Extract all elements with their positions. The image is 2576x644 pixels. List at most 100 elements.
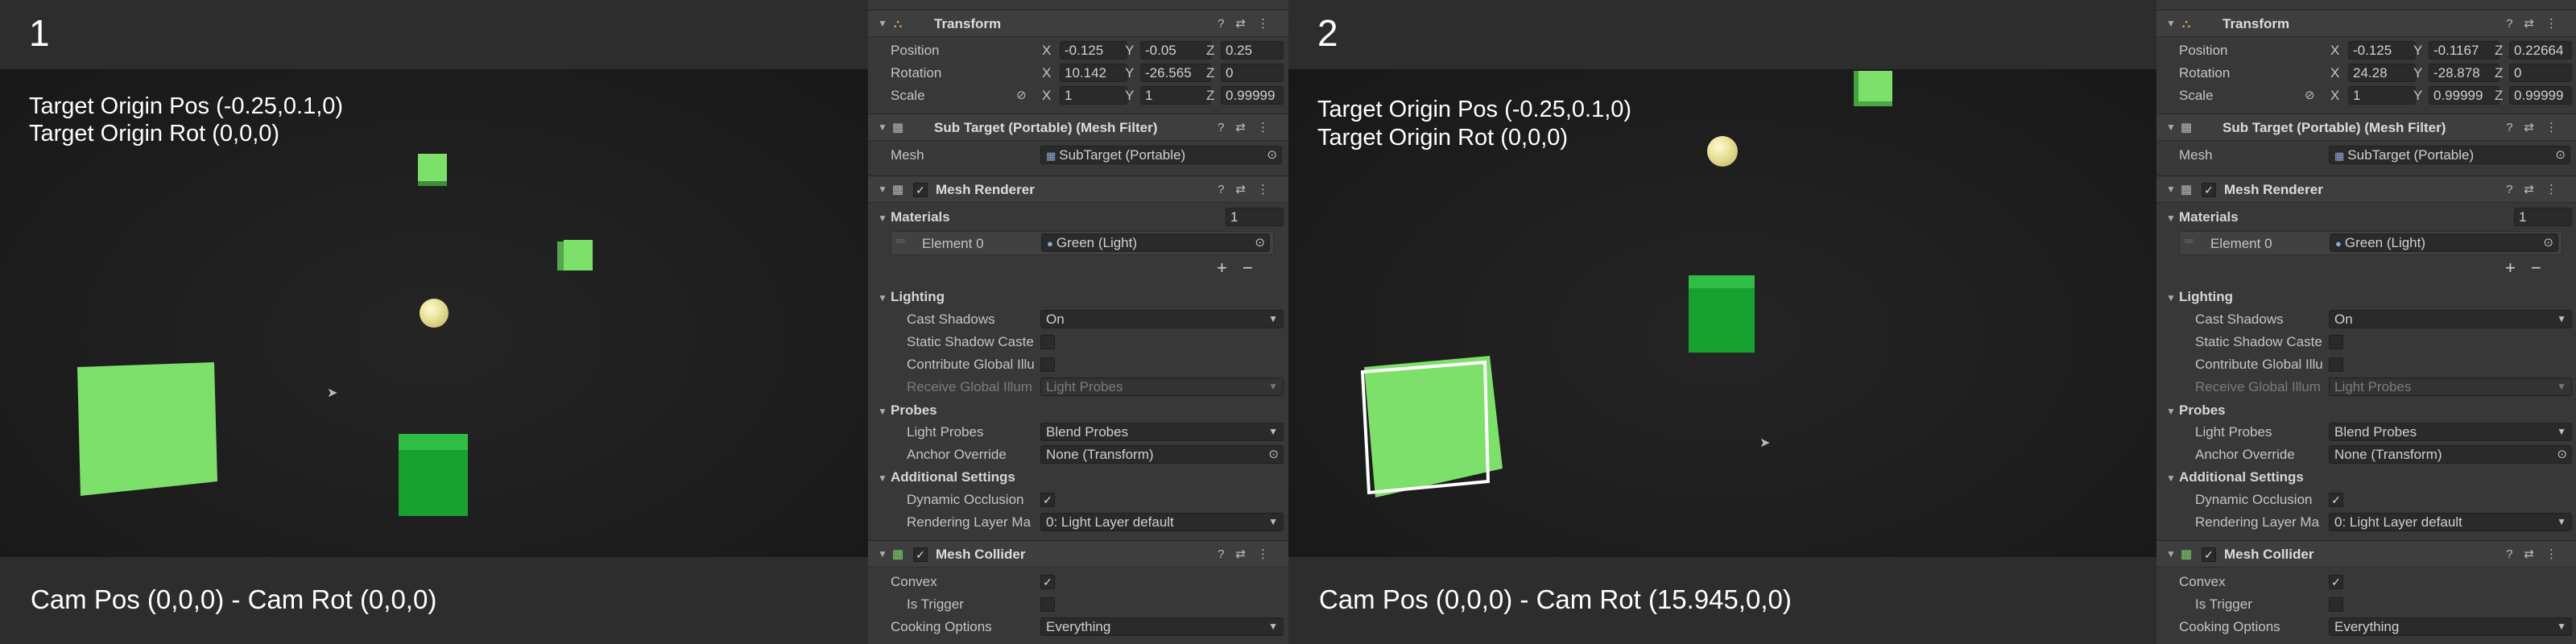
foldout-arrow-icon[interactable]: ▼ (2166, 292, 2176, 303)
enabled-checkbox[interactable]: ✓ (913, 547, 928, 562)
help-icon[interactable]: ? (1218, 121, 1235, 134)
target-circle-icon[interactable]: ⊙ (2555, 147, 2566, 163)
kebab-menu-icon[interactable]: ⋮ (1257, 17, 1280, 31)
preset-icon[interactable]: ⇄ (1235, 183, 1257, 196)
foldout-arrow-icon[interactable]: ▼ (2166, 184, 2176, 195)
target-circle-icon[interactable]: ⊙ (1268, 446, 1279, 463)
scale-x-field[interactable]: 1 (1060, 86, 1127, 105)
position-z-field[interactable]: 0.22664 (2509, 41, 2572, 60)
material-field[interactable]: ● Green (Light) ⊙ (1041, 233, 1270, 252)
foldout-arrow-icon[interactable]: ▼ (878, 292, 887, 303)
anchor-override-field[interactable]: None (Transform) ⊙ (2329, 445, 2572, 464)
help-icon[interactable]: ? (2506, 17, 2524, 31)
transform-header[interactable]: ▼ ⛬ Transform ?⇄⋮ (868, 10, 1288, 37)
x-axis-label[interactable]: X (2330, 88, 2339, 104)
scale-z-field[interactable]: 0.99999 (2509, 86, 2572, 105)
kebab-menu-icon[interactable]: ⋮ (2545, 547, 2569, 561)
preset-icon[interactable]: ⇄ (2524, 183, 2545, 196)
position-z-field[interactable]: 0.25 (1221, 41, 1284, 60)
materials-count-field[interactable]: 1 (1226, 208, 1284, 226)
help-icon[interactable]: ? (1218, 17, 1235, 31)
help-icon[interactable]: ? (1218, 547, 1235, 561)
kebab-menu-icon[interactable]: ⋮ (1257, 121, 1280, 134)
is-trigger-checkbox[interactable] (2329, 597, 2343, 612)
target-circle-icon[interactable]: ⊙ (1255, 234, 1265, 251)
help-icon[interactable]: ? (2506, 183, 2524, 196)
transform-header[interactable]: ▼ ⛬ Transform ?⇄⋮ (2156, 10, 2576, 37)
materials-row[interactable]: ▼ Materials 1 (2156, 205, 2576, 228)
is-trigger-checkbox[interactable] (1040, 597, 1055, 612)
foldout-arrow-icon[interactable]: ▼ (2166, 473, 2176, 484)
help-icon[interactable]: ? (2506, 121, 2524, 134)
y-axis-label[interactable]: Y (2413, 65, 2422, 81)
foldout-arrow-icon[interactable]: ▼ (878, 122, 887, 133)
add-element-button[interactable]: + (1217, 258, 1227, 279)
mesh-filter-header[interactable]: ▼ ▦ Sub Target (Portable) (Mesh Filter) … (868, 114, 1288, 141)
scale-y-field[interactable]: 1 (1140, 86, 1211, 105)
lighting-row[interactable]: ▼ Lighting (868, 285, 1288, 308)
scale-y-field[interactable]: 0.99999 (2429, 86, 2500, 105)
x-axis-label[interactable]: X (2330, 43, 2339, 59)
foldout-arrow-icon[interactable]: ▼ (878, 213, 887, 224)
foldout-arrow-icon[interactable]: ▼ (878, 473, 887, 484)
foldout-arrow-icon[interactable]: ▼ (2166, 213, 2176, 224)
static-shadow-checkbox[interactable] (1040, 335, 1055, 349)
kebab-menu-icon[interactable]: ⋮ (2545, 121, 2569, 134)
mesh-collider-header[interactable]: ▼ ▦ ✓ Mesh Collider ?⇄⋮ (868, 540, 1288, 568)
contribute-gi-checkbox[interactable] (1040, 357, 1055, 372)
y-axis-label[interactable]: Y (1125, 65, 1134, 81)
foldout-arrow-icon[interactable]: ▼ (878, 548, 887, 559)
cast-shadows-dropdown[interactable]: On ▼ (1040, 310, 1284, 328)
light-probes-dropdown[interactable]: Blend Probes ▼ (2329, 423, 2572, 441)
materials-count-field[interactable]: 1 (2514, 208, 2572, 226)
kebab-menu-icon[interactable]: ⋮ (1257, 183, 1280, 196)
enabled-checkbox[interactable]: ✓ (913, 183, 928, 197)
kebab-menu-icon[interactable]: ⋮ (2545, 17, 2569, 31)
add-element-button[interactable]: + (2505, 258, 2516, 279)
dynamic-occlusion-checkbox[interactable]: ✓ (2329, 493, 2343, 507)
mesh-renderer-header[interactable]: ▼ ▦ ✓ Mesh Renderer ?⇄⋮ (2156, 175, 2576, 203)
preset-icon[interactable]: ⇄ (1235, 547, 1257, 561)
material-field[interactable]: ● Green (Light) ⊙ (2330, 233, 2558, 252)
constrain-link-icon[interactable]: ⊘ (2305, 88, 2315, 102)
foldout-arrow-icon[interactable]: ▼ (2166, 122, 2176, 133)
convex-checkbox[interactable]: ✓ (2329, 575, 2343, 589)
drag-handle-icon[interactable]: ═ (896, 234, 905, 248)
lighting-row[interactable]: ▼ Lighting (2156, 285, 2576, 308)
z-axis-label[interactable]: Z (2495, 88, 2503, 104)
static-shadow-checkbox[interactable] (2329, 335, 2343, 349)
preset-icon[interactable]: ⇄ (2524, 547, 2545, 561)
contribute-gi-checkbox[interactable] (2329, 357, 2343, 372)
position-y-field[interactable]: -0.1167 (2429, 41, 2500, 60)
y-axis-label[interactable]: Y (2413, 43, 2422, 59)
help-icon[interactable]: ? (1218, 183, 1235, 196)
anchor-override-field[interactable]: None (Transform) ⊙ (1040, 445, 1284, 464)
target-circle-icon[interactable]: ⊙ (2557, 446, 2567, 463)
foldout-arrow-icon[interactable]: ▼ (2166, 548, 2176, 559)
cooking-options-dropdown[interactable]: Everything ▼ (2329, 617, 2572, 636)
position-x-field[interactable]: -0.125 (1060, 41, 1127, 60)
cooking-options-dropdown[interactable]: Everything ▼ (1040, 617, 1284, 636)
drag-handle-icon[interactable]: ═ (2185, 234, 2194, 248)
rotation-y-field[interactable]: -28.878 (2429, 64, 2500, 82)
enabled-checkbox[interactable]: ✓ (2202, 183, 2216, 197)
x-axis-label[interactable]: X (1042, 43, 1051, 59)
rendering-layer-dropdown[interactable]: 0: Light Layer default ▼ (2329, 513, 2572, 531)
y-axis-label[interactable]: Y (1125, 43, 1134, 59)
rotation-x-field[interactable]: 24.28 (2348, 64, 2416, 82)
rotation-x-field[interactable]: 10.142 (1060, 64, 1127, 82)
remove-element-button[interactable]: − (1243, 258, 1253, 279)
enabled-checkbox[interactable]: ✓ (2202, 547, 2216, 562)
rotation-z-field[interactable]: 0 (2509, 64, 2572, 82)
additional-settings-row[interactable]: ▼ Additional Settings (2156, 465, 2576, 488)
preset-icon[interactable]: ⇄ (1235, 121, 1257, 134)
position-y-field[interactable]: -0.05 (1140, 41, 1211, 60)
target-circle-icon[interactable]: ⊙ (2543, 234, 2553, 251)
mesh-field[interactable]: ▦ SubTarget (Portable) ⊙ (2329, 146, 2570, 164)
z-axis-label[interactable]: Z (2495, 43, 2503, 59)
scale-x-field[interactable]: 1 (2348, 86, 2416, 105)
mesh-renderer-header[interactable]: ▼ ▦ ✓ Mesh Renderer ?⇄⋮ (868, 175, 1288, 203)
foldout-arrow-icon[interactable]: ▼ (878, 18, 887, 29)
foldout-arrow-icon[interactable]: ▼ (878, 406, 887, 417)
mesh-filter-header[interactable]: ▼ ▦ Sub Target (Portable) (Mesh Filter) … (2156, 114, 2576, 141)
